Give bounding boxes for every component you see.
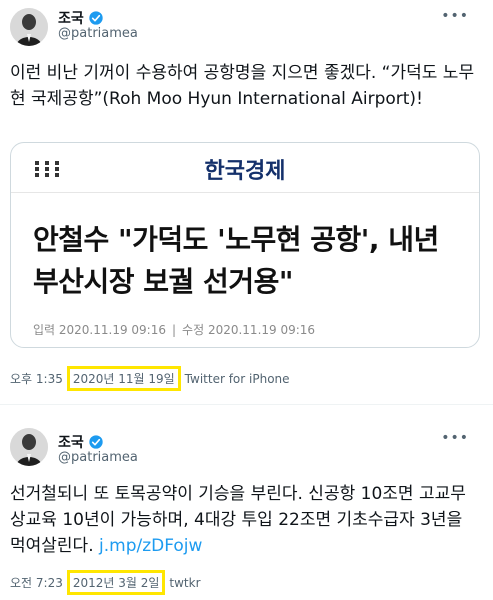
author-name[interactable]: 조국	[58, 432, 84, 452]
article-dates: 입력 2020.11.19 09:16 | 수정 2020.11.19 09:16	[33, 323, 316, 337]
tweet-meta: 오전 7:23 2012년 3월 2일 twtkr	[10, 570, 201, 595]
author-row: 조국	[58, 8, 104, 28]
tweet[interactable]: 조국 @patriamea ••• 이런 비난 기꺼이 수용하여 공항명을 지으…	[0, 0, 493, 398]
author-handle[interactable]: @patriamea	[58, 450, 138, 465]
modified-date: 수정 2020.11.19 09:16	[182, 323, 316, 337]
card-header: 한국경제	[11, 143, 479, 193]
divider	[0, 404, 493, 405]
author-name[interactable]: 조국	[58, 8, 84, 28]
publisher-logo: 한국경제	[204, 158, 286, 184]
published-date: 입력 2020.11.19 09:16	[33, 323, 166, 337]
verified-badge-icon	[89, 435, 103, 449]
tweet-text: 이런 비난 기꺼이 수용하여 공항명을 지으면 좋겠다. “가덕도 노무현 국제…	[10, 63, 475, 109]
author-handle[interactable]: @patriamea	[58, 26, 138, 41]
article-headline: 안철수 "가덕도 '노무현 공항', 내년 부산시장 보궐 선거용"	[33, 223, 439, 298]
avatar[interactable]	[10, 428, 48, 466]
tweet-time[interactable]: 오후 1:35	[10, 370, 63, 387]
tweet-date[interactable]: 2012년 3월 2일	[66, 570, 166, 595]
more-options-icon[interactable]: •••	[441, 8, 469, 24]
tweet-text: 선거철되니 또 토목공약이 기승을 부린다. 신공항 10조면 고교무상교육 1…	[10, 481, 480, 559]
tweet-text-body: 선거철되니 또 토목공약이 기승을 부린다. 신공항 10조면 고교무상교육 1…	[10, 484, 466, 556]
avatar[interactable]	[10, 8, 48, 46]
link-preview-card[interactable]: 한국경제 안철수 "가덕도 '노무현 공항', 내년 부산시장 보궐 선거용" …	[10, 142, 480, 348]
tweet-source[interactable]: twtkr	[169, 576, 200, 590]
tweet-link[interactable]: j.mp/zDFojw	[99, 536, 202, 556]
tweet-meta: 오후 1:35 2020년 11월 19일 Twitter for iPhone	[10, 366, 290, 391]
more-options-icon[interactable]: •••	[441, 430, 469, 446]
tweet-time[interactable]: 오전 7:23	[10, 574, 63, 591]
tweet[interactable]: 조국 @patriamea ••• 선거철되니 또 토목공약이 기승을 부린다.…	[0, 418, 493, 600]
verified-badge-icon	[89, 11, 103, 25]
tweet-date[interactable]: 2020년 11월 19일	[66, 366, 181, 391]
author-row: 조국	[58, 432, 104, 452]
tweet-source[interactable]: Twitter for iPhone	[185, 372, 290, 386]
